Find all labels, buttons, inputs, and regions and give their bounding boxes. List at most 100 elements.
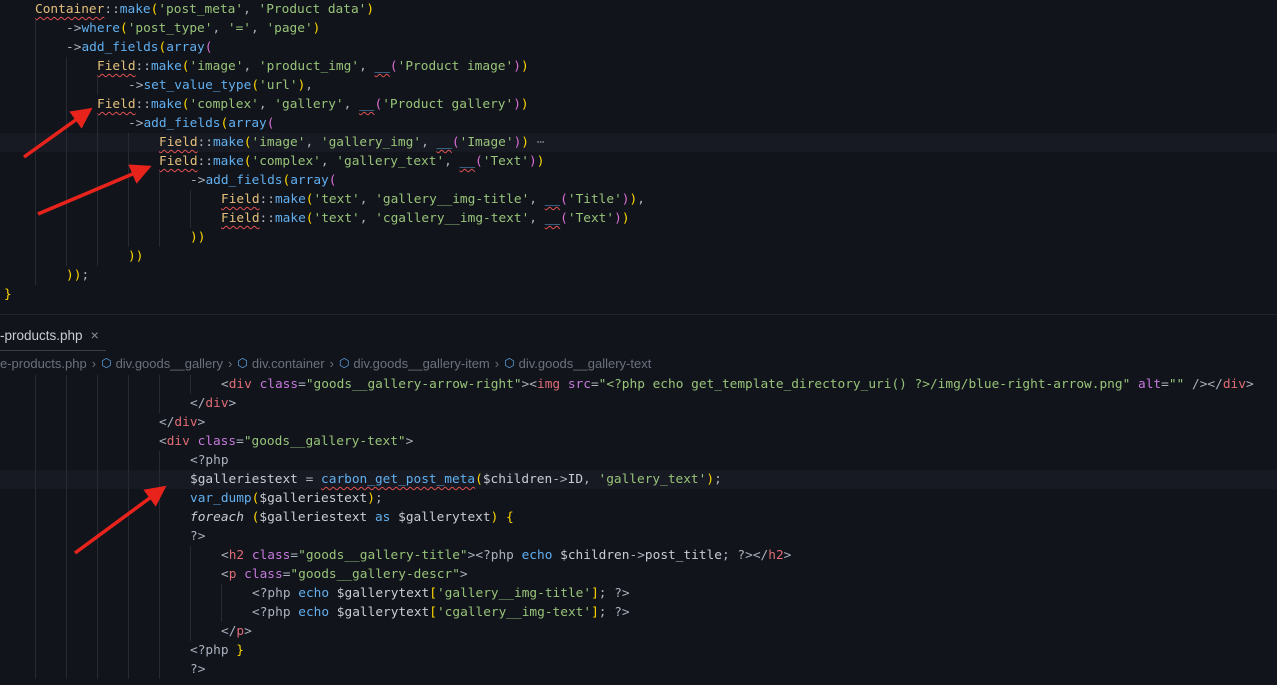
code-token: ?> [190,662,206,677]
code-token: add_fields [143,116,221,131]
chevron-right-icon: › [329,355,334,371]
indent-guide [66,584,67,603]
indent-guide [35,660,36,679]
indent-guide [159,375,160,394]
code-line[interactable]: Field::make('complex', 'gallery', __('Pr… [0,95,1277,114]
code-line[interactable]: <?php } [0,641,1277,660]
indent-guide [97,394,98,413]
code-line[interactable]: <?php [0,451,1277,470]
breadcrumb-item[interactable]: div.goods__gallery-text [519,356,652,371]
code-line[interactable]: </div> [0,413,1277,432]
code-token: } [4,287,12,302]
code-token: } [236,643,244,658]
code-token: , [251,21,259,36]
breadcrumb-item[interactable]: div.goods__gallery-item [353,356,489,371]
code-line[interactable]: <?php echo $gallerytext['cgallery__img-t… [0,603,1277,622]
code-line[interactable]: ->add_fields(array( [0,38,1277,57]
code-token: > [228,396,237,411]
code-token: ) [528,154,537,169]
code-token: </ [159,415,175,430]
code-token: ( [305,211,314,226]
code-token: Container [35,2,105,17]
indent-guide [35,394,36,413]
breadcrumb-item[interactable]: div.container [252,356,325,371]
code-token: Field [159,135,198,150]
code-line[interactable]: } [0,285,1277,304]
code-token: > [459,567,468,582]
close-icon[interactable]: × [91,327,99,343]
code-token: , [305,78,313,93]
code-line[interactable]: $galleriestext = carbon_get_post_meta($c… [0,470,1277,489]
code-token: 'gallery__img-title' [436,586,592,601]
symbol-element-icon: ⬡ [101,356,112,370]
code-token: </ [221,624,237,639]
indent-guide [190,546,191,565]
indent-guide [97,489,98,508]
breadcrumb-item[interactable]: e-products.php [0,356,87,371]
code-line[interactable]: </p> [0,622,1277,641]
code-token: __ [459,154,476,169]
code-token: 'page' [266,21,313,36]
code-line[interactable]: ?> [0,660,1277,679]
indent-guide [35,133,36,152]
code-line[interactable]: var_dump($galleriestext); [0,489,1277,508]
indent-guide [128,432,129,451]
code-token: : [267,211,275,226]
pane-divider[interactable] [0,314,1277,315]
code-line[interactable]: foreach ($galleriestext as $gallerytext)… [0,508,1277,527]
code-line[interactable]: <?php echo $gallerytext['gallery__img-ti… [0,584,1277,603]
code-token: <?php [252,605,291,620]
code-text: </div> [159,413,205,432]
code-line[interactable]: <div class="goods__gallery-arrow-right">… [0,375,1277,394]
tab-products-php[interactable]: -products.php × [0,320,106,351]
indent-guide [35,622,36,641]
code-line[interactable]: ->set_value_type('url'), [0,76,1277,95]
code-line[interactable]: Field::make('complex', 'gallery_text', _… [0,152,1277,171]
indent-guide [97,114,98,133]
code-token: 'text' [313,192,360,207]
indent-guide [97,584,98,603]
code-line[interactable]: ->where('post_type', '=', 'page') [0,19,1277,38]
indent-guide [97,228,98,247]
code-line[interactable]: Field::make('text', 'gallery__img-title'… [0,190,1277,209]
code-line[interactable]: ?> [0,527,1277,546]
code-token: 'text' [313,211,360,226]
code-line[interactable]: ->add_fields(array( [0,171,1277,190]
folded-region-icon[interactable]: ⋯ [529,135,545,150]
indent-guide [128,413,129,432]
breadcrumb-item[interactable]: div.goods__gallery [116,356,223,371]
code-token: $gallerytext [336,586,430,601]
code-token: div [166,434,190,449]
code-line[interactable]: )) [0,247,1277,266]
indent-guide [66,247,67,266]
code-token: 'post_type' [127,21,213,36]
code-line[interactable]: Container::make('post_meta', 'Product da… [0,0,1277,19]
code-line[interactable]: Field::make('text', 'cgallery__img-text'… [0,209,1277,228]
indent-guide [159,228,160,247]
code-line[interactable]: Field::make('image', 'product_img', __('… [0,57,1277,76]
indent-guide [128,489,129,508]
indent-guide [128,622,129,641]
code-line[interactable]: Field::make('image', 'gallery_img', __('… [0,133,1277,152]
code-line[interactable]: )) [0,228,1277,247]
code-token: echo [521,548,553,563]
code-token: < [221,548,229,563]
code-line[interactable]: <p class="goods__gallery-descr"> [0,565,1277,584]
code-line[interactable]: <div class="goods__gallery-text"> [0,432,1277,451]
code-line[interactable]: <h2 class="goods__gallery-title"><?php e… [0,546,1277,565]
indent-guide [35,76,36,95]
indent-guide [66,489,67,508]
code-line[interactable]: ->add_fields(array( [0,114,1277,133]
code-token: { [506,510,514,525]
code-line[interactable]: )); [0,266,1277,285]
indent-guide [35,247,36,266]
code-token: <?php [475,548,514,563]
indent-guide [97,171,98,190]
code-line[interactable]: </div> [0,394,1277,413]
code-token: <?php [190,643,229,658]
code-token: , [359,59,367,74]
code-token: "goods__gallery-title" [298,548,468,563]
